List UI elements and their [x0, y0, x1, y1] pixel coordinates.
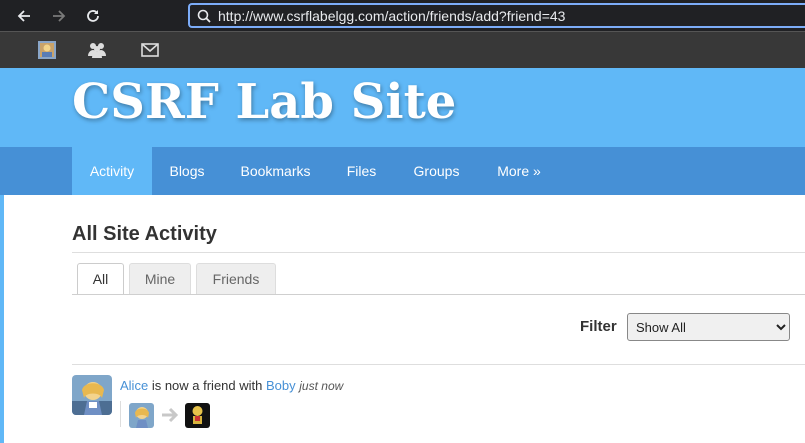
- friends-icon[interactable]: [87, 41, 107, 59]
- forward-arrow-icon: [53, 10, 66, 22]
- reload-button[interactable]: [81, 4, 105, 28]
- subject-link[interactable]: Alice: [120, 378, 148, 393]
- site-header: CSRF Lab Site: [0, 68, 805, 147]
- tabs-divider: [72, 294, 805, 295]
- site-menu: Activity Blogs Bookmarks Files Groups Mo…: [0, 147, 805, 195]
- page-title: All Site Activity: [72, 223, 217, 245]
- activity-summary: Alice is now a friend with Boby just now: [120, 378, 343, 393]
- title-divider: [72, 252, 805, 253]
- back-arrow-icon: [17, 10, 30, 22]
- back-button[interactable]: [12, 4, 36, 28]
- filter-label: Filter: [580, 318, 617, 335]
- attachment-divider: [120, 401, 121, 427]
- activity-verb: is now a friend with: [151, 378, 263, 393]
- menu-item-blogs[interactable]: Blogs: [152, 147, 222, 195]
- tab-mine[interactable]: Mine: [129, 263, 191, 294]
- tab-all[interactable]: All: [77, 263, 124, 295]
- list-divider: [72, 364, 805, 365]
- site-topbar: [0, 31, 805, 68]
- menu-item-files[interactable]: Files: [329, 147, 394, 195]
- arrow-right-icon: [162, 407, 179, 423]
- site-title[interactable]: CSRF Lab Site: [72, 74, 456, 130]
- url-input[interactable]: [214, 7, 778, 24]
- browser-toolbar: [0, 0, 805, 31]
- avatar-icon[interactable]: [37, 41, 57, 59]
- activity-time: just now: [299, 379, 344, 393]
- left-edge-stripe: [0, 195, 4, 443]
- alice-avatar[interactable]: [72, 375, 112, 415]
- tab-friends[interactable]: Friends: [196, 263, 276, 294]
- menu-item-activity[interactable]: Activity: [72, 147, 152, 195]
- search-icon: [194, 9, 214, 23]
- menu-item-bookmarks[interactable]: Bookmarks: [222, 147, 329, 195]
- address-bar[interactable]: [188, 3, 805, 28]
- messages-icon[interactable]: [140, 41, 160, 59]
- filter-select[interactable]: Show All: [627, 313, 790, 341]
- boby-small-avatar[interactable]: [185, 403, 210, 428]
- menu-item-more[interactable]: More »: [479, 147, 559, 195]
- reload-icon: [87, 10, 99, 22]
- forward-button[interactable]: [47, 4, 71, 28]
- object-link[interactable]: Boby: [266, 378, 296, 393]
- alice-small-avatar[interactable]: [129, 403, 154, 428]
- menu-item-groups[interactable]: Groups: [394, 147, 479, 195]
